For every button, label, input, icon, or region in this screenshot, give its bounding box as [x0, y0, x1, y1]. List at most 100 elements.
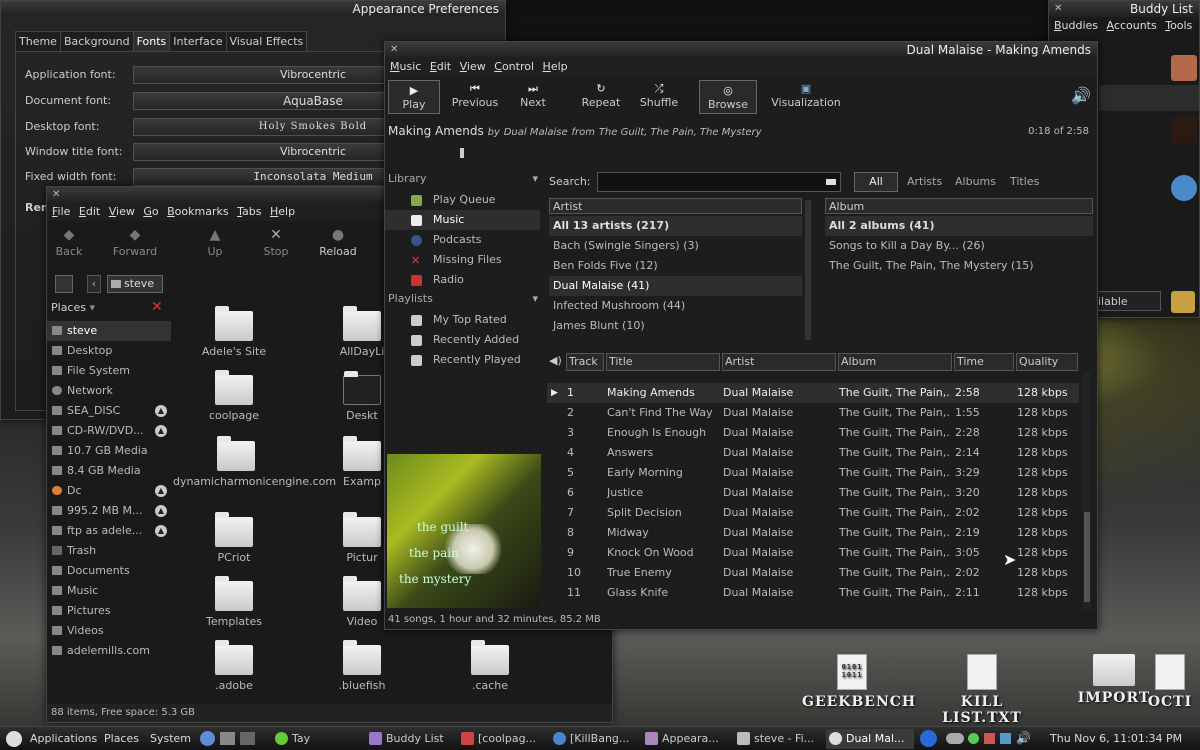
artist-row[interactable]: Dual Malaise (41) — [549, 276, 802, 296]
clock[interactable]: Thu Nov 6, 11:01:34 PM — [1050, 732, 1182, 745]
tray-icon[interactable] — [946, 733, 964, 744]
library-item-music[interactable]: Music — [385, 210, 540, 230]
album-column-header[interactable]: Album — [838, 353, 952, 371]
place-item[interactable]: CD-RW/DVD... ▲ — [47, 421, 171, 441]
task-button[interactable]: [coolpag... — [458, 729, 548, 749]
chevron-left-icon[interactable]: ‹ — [87, 275, 101, 293]
file-item[interactable]: .cache — [435, 640, 545, 692]
menu-accounts[interactable]: Accounts — [1107, 17, 1157, 35]
album-column-header[interactable]: Album — [825, 198, 1093, 214]
artist-row[interactable]: All 13 artists (217) — [549, 216, 802, 236]
music-titlebar[interactable]: ✕ Dual Malaise - Making Amends — [385, 42, 1097, 58]
tray-icon[interactable] — [984, 733, 995, 744]
place-item[interactable]: ftp as adele... ▲ — [47, 521, 171, 541]
library-item-play-queue[interactable]: Play Queue — [385, 190, 540, 210]
next-button[interactable]: ⏭ Next — [513, 82, 553, 116]
applications-menu[interactable]: Applications — [30, 732, 97, 745]
menu-edit[interactable]: Edit — [430, 58, 451, 76]
table-row[interactable]: 4 Answers Dual Malaise The Guilt, The Pain,… — [547, 443, 1079, 463]
menu-tabs[interactable]: Tabs — [237, 203, 261, 221]
filter-artists-button[interactable]: Artists — [907, 175, 942, 188]
menu-buddies[interactable]: Buddies — [1054, 17, 1098, 35]
task-button[interactable]: Appeara... — [642, 729, 732, 749]
menu-help[interactable]: Help — [270, 203, 295, 221]
stop-button[interactable]: ✕ Stop — [250, 227, 302, 258]
launcher-icon[interactable] — [240, 732, 255, 745]
menu-go[interactable]: Go — [143, 203, 158, 221]
desktop-icon-kill-list[interactable]: KILL LIST.TXT — [932, 654, 1032, 726]
file-item[interactable]: .adobe — [179, 640, 289, 692]
menu-file[interactable]: File — [52, 203, 70, 221]
table-row[interactable]: 3 Enough Is Enough Dual Malaise The Guilt, … — [547, 423, 1079, 443]
browse-button[interactable]: ◎ Browse — [699, 80, 757, 114]
desktop-icon-geekbench[interactable]: 0101 1011 GEEKBENCH — [802, 654, 915, 710]
volume-icon[interactable]: 🔊 — [1071, 86, 1091, 105]
eject-icon[interactable]: ▲ — [155, 505, 167, 517]
task-button[interactable]: steve - Fi... — [734, 729, 824, 749]
menu-help[interactable]: Help — [543, 58, 568, 76]
title-column-header[interactable]: Title — [606, 353, 720, 371]
file-item[interactable]: dynamicharmonicengine.com — [173, 436, 336, 488]
library-item-podcasts[interactable]: Podcasts — [385, 230, 540, 250]
file-item[interactable]: PCriot — [179, 512, 289, 564]
table-row[interactable]: 11 Glass Knife Dual Malaise The Guilt, The … — [547, 583, 1079, 603]
album-row[interactable]: Songs to Kill a Day By... (26) — [825, 236, 1093, 256]
artist-column-header[interactable]: Artist — [722, 353, 836, 371]
place-item[interactable]: 995.2 MB M... ▲ — [47, 501, 171, 521]
close-sidebar-icon[interactable]: ✕ — [151, 299, 163, 315]
track-column-header[interactable]: Track — [566, 353, 604, 371]
menu-control[interactable]: Control — [494, 58, 534, 76]
album-row[interactable]: All 2 albums (41) — [825, 216, 1093, 236]
desktop-icon-octi[interactable]: OCTI — [1140, 654, 1200, 710]
menu-logo-icon[interactable] — [6, 731, 22, 747]
playlist-item-recently-played[interactable]: Recently Played — [385, 350, 540, 370]
play-button[interactable]: ▶ Play — [388, 80, 440, 114]
task-button[interactable]: Tay — [272, 729, 362, 749]
place-item[interactable]: Videos — [47, 621, 171, 641]
time-column-header[interactable]: Time — [954, 353, 1014, 371]
playlist-item-recently-added[interactable]: Recently Added — [385, 330, 540, 350]
menu-bookmarks[interactable]: Bookmarks — [167, 203, 228, 221]
forward-button[interactable]: ◆ Forward — [109, 227, 161, 258]
place-item[interactable]: Trash — [47, 541, 171, 561]
reload-button[interactable]: ● Reload — [312, 227, 364, 258]
appearance-titlebar[interactable]: Appearance Preferences — [1, 1, 505, 17]
close-icon[interactable]: ✕ — [52, 187, 60, 203]
place-item[interactable]: Desktop — [47, 341, 171, 361]
close-icon[interactable]: ✕ — [1054, 1, 1062, 17]
menu-music[interactable]: Music — [390, 58, 421, 76]
filter-all-button[interactable]: All — [854, 172, 898, 192]
menu-edit[interactable]: Edit — [79, 203, 100, 221]
places-selector[interactable]: Places — [51, 301, 86, 314]
close-icon[interactable]: ✕ — [390, 42, 398, 58]
place-item[interactable]: steve — [47, 321, 171, 341]
eject-icon[interactable]: ▲ — [155, 405, 167, 417]
library-item-radio[interactable]: Radio — [385, 270, 540, 290]
table-row[interactable]: 10 True Enemy Dual Malaise The Guilt, The P… — [547, 563, 1079, 583]
volume-icon[interactable]: 🔊 — [1016, 731, 1031, 745]
table-row[interactable]: ▶ 1 Making Amends Dual Malaise The Guilt, Th… — [547, 383, 1079, 403]
task-button[interactable]: Buddy List — [366, 729, 456, 749]
seek-handle[interactable] — [460, 148, 464, 158]
tab-background[interactable]: Background — [59, 31, 134, 51]
eject-icon[interactable]: ▲ — [155, 525, 167, 537]
back-button[interactable]: ◆ Back — [47, 227, 95, 258]
file-item[interactable]: Adele's Site — [179, 306, 289, 358]
tab-theme[interactable]: Theme — [15, 31, 61, 51]
status-selector[interactable]: ilable — [1089, 291, 1161, 311]
library-header[interactable]: Library ▾ — [388, 172, 538, 190]
file-item[interactable]: Templates — [179, 576, 289, 628]
tab-visual-effects[interactable]: Visual Effects — [225, 31, 308, 51]
up-button[interactable]: ▲ Up — [189, 227, 241, 258]
toggle-location-button[interactable] — [55, 275, 73, 293]
eject-icon[interactable]: ▲ — [155, 425, 167, 437]
place-item[interactable]: File System — [47, 361, 171, 381]
filter-albums-button[interactable]: Albums — [955, 175, 996, 188]
task-button[interactable]: [KillBang... — [550, 729, 640, 749]
path-button-steve[interactable]: steve — [107, 275, 163, 293]
seek-slider[interactable] — [388, 146, 1088, 160]
tab-interface[interactable]: Interface — [169, 31, 227, 51]
place-item[interactable]: SEA_DISC ▲ — [47, 401, 171, 421]
menu-view[interactable]: View — [460, 58, 486, 76]
file-item[interactable]: .bluefish — [307, 640, 417, 692]
